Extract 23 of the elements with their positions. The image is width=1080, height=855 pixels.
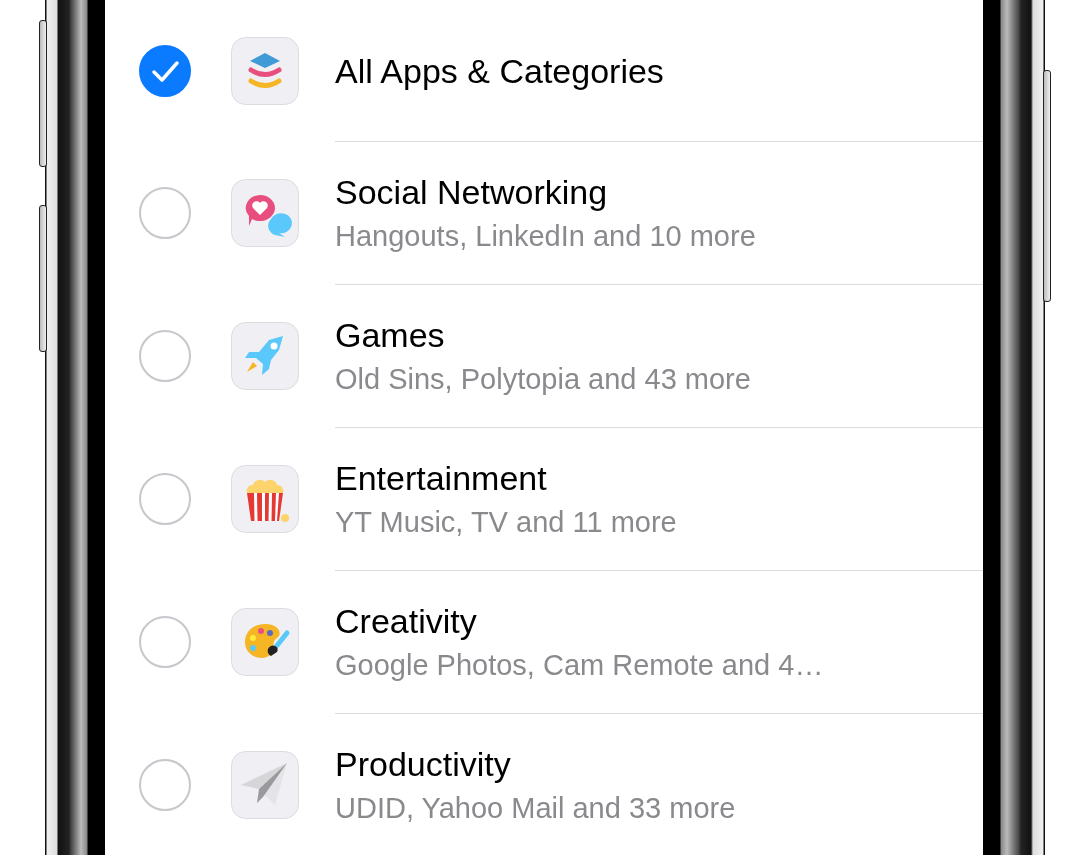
rocket-icon (231, 321, 299, 390)
category-title: Entertainment (335, 458, 548, 498)
radio-button[interactable] (139, 758, 191, 811)
radio-button[interactable] (139, 472, 191, 525)
paint-palette-icon (231, 607, 299, 676)
radio-button[interactable] (139, 615, 191, 668)
category-subtitle: UDID, Yahoo Mail and 33 more (335, 791, 737, 826)
chat-bubbles-icon (231, 178, 299, 247)
radio-button[interactable] (139, 44, 191, 97)
popcorn-icon (231, 464, 299, 533)
category-subtitle: Google Photos, Cam Remote and 4… (335, 648, 825, 683)
category-title: Productivity (335, 744, 512, 784)
category-subtitle: Old Sins, Polytopia and 43 more (335, 362, 752, 397)
category-subtitle: YT Music, TV and 11 more (335, 505, 678, 540)
category-title: Social Networking (335, 172, 609, 212)
category-title: Creativity (335, 601, 478, 641)
category-subtitle: Hangouts, LinkedIn and 10 more (335, 219, 757, 254)
radio-button[interactable] (139, 329, 191, 382)
paper-plane-icon (231, 750, 299, 819)
radio-button[interactable] (139, 186, 191, 239)
category-title: All Apps & Categories (335, 50, 665, 91)
layers-icon (231, 36, 299, 105)
category-title: Games (335, 315, 446, 355)
